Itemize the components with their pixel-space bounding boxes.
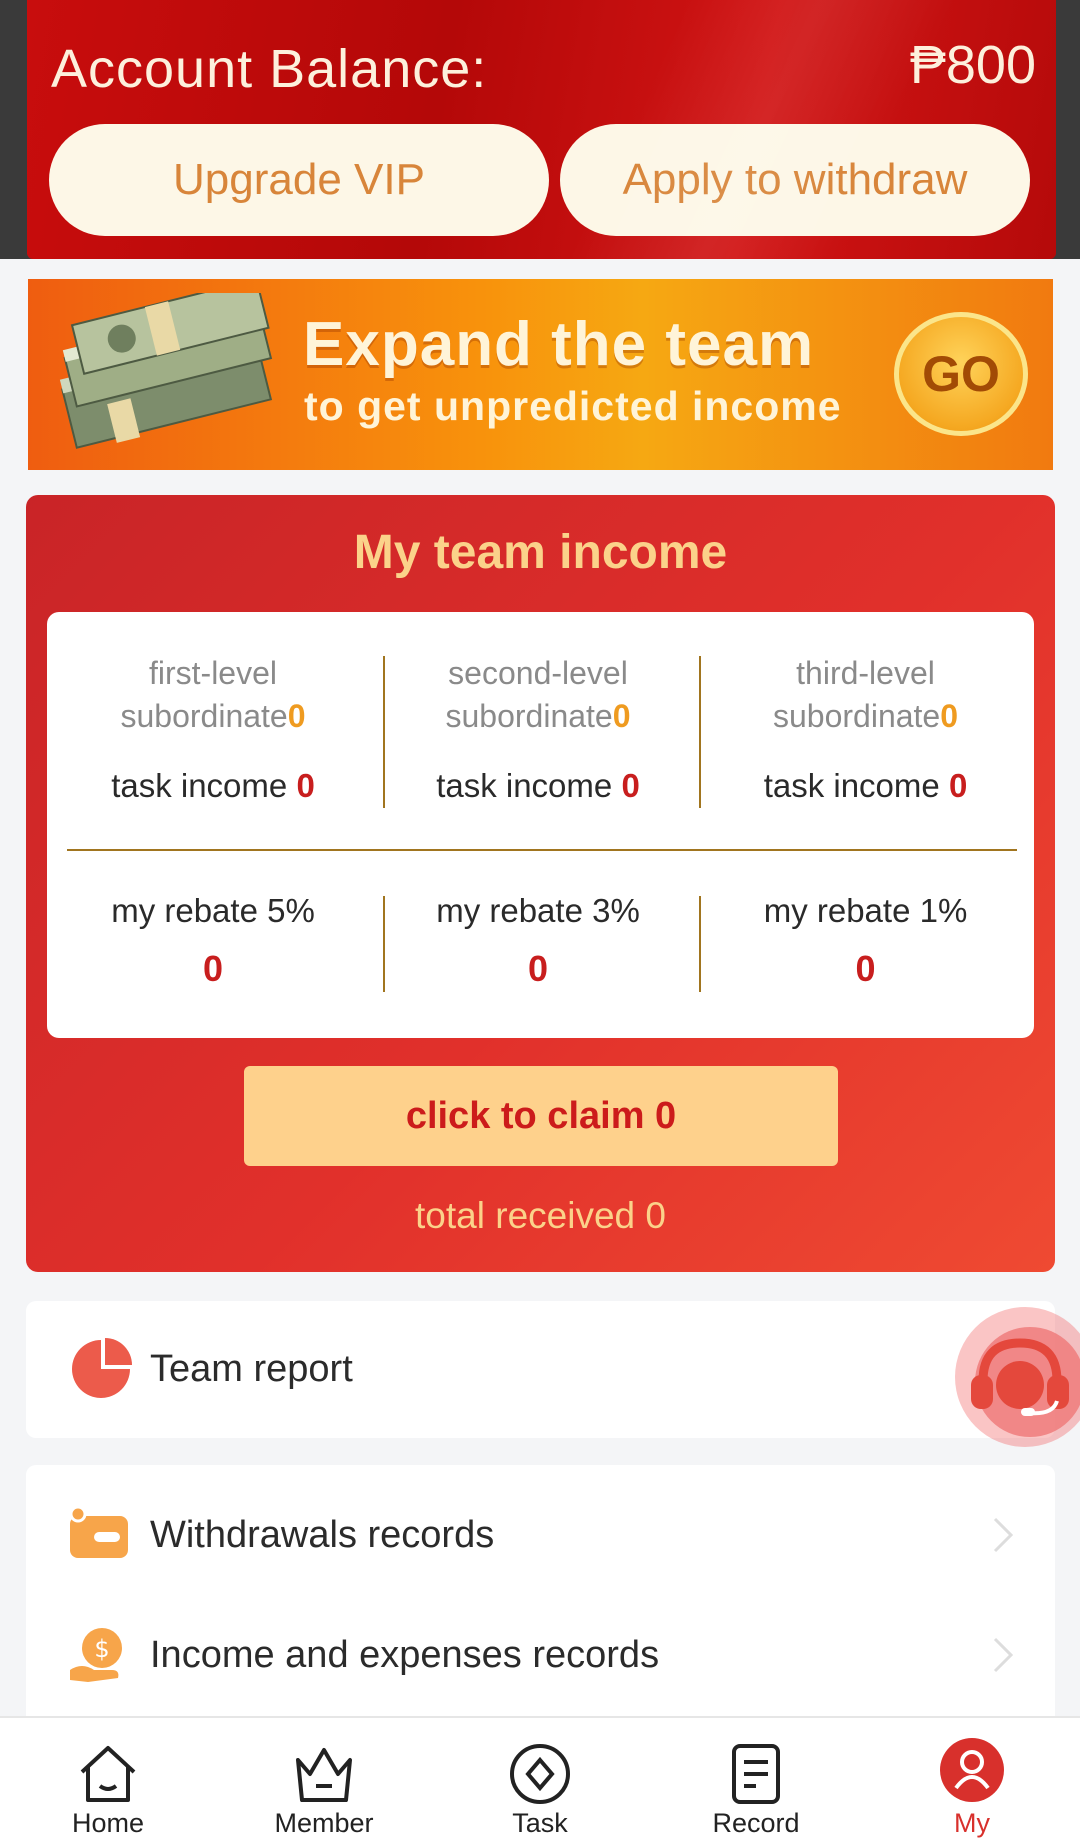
- balance-value: ₱800: [909, 35, 1036, 95]
- level-label: second-level: [448, 655, 628, 691]
- promo-title: Expand the team: [303, 310, 815, 379]
- nav-my-label: My: [954, 1808, 990, 1838]
- subordinate-count: 0: [287, 698, 306, 734]
- rebate-label: my rebate 5%: [111, 892, 315, 929]
- bottom-nav: Home Member Task Record My: [0, 1716, 1080, 1844]
- upgrade-vip-button[interactable]: Upgrade VIP: [49, 124, 549, 236]
- task-income-line: task income 0: [47, 764, 379, 807]
- chevron-right-icon: [993, 1517, 1014, 1553]
- svg-text:$: $: [94, 1635, 109, 1663]
- expand-team-banner[interactable]: Expand the team to get unpredicted incom…: [28, 279, 1053, 470]
- level-3-stats: third-level subordinate0 task income 0: [697, 652, 1034, 807]
- nav-home[interactable]: Home: [0, 1718, 216, 1844]
- top-bar: Account Balance: ₱800 Upgrade VIP Apply …: [0, 0, 1080, 259]
- team-report-row[interactable]: Team report: [26, 1309, 1055, 1429]
- task-income-line: task income 0: [379, 764, 697, 807]
- go-button[interactable]: GO: [894, 312, 1028, 436]
- task-income-line: task income 0: [697, 764, 1034, 807]
- team-report-label: Team report: [150, 1347, 353, 1390]
- chevron-right-icon: [993, 1637, 1014, 1673]
- rebate-value: 0: [855, 948, 876, 989]
- pie-chart-icon: [72, 1338, 132, 1398]
- subordinate-line: subordinate0: [47, 695, 379, 738]
- rebate-level-3: my rebate 1% 0: [697, 892, 1034, 990]
- nav-record-label: Record: [712, 1808, 800, 1838]
- nav-member[interactable]: Member: [216, 1718, 432, 1844]
- subordinate-count: 0: [940, 698, 959, 734]
- money-stack-icon: [59, 293, 273, 449]
- task-income-value: 0: [296, 767, 315, 804]
- column-divider: [383, 656, 385, 808]
- withdrawals-label: Withdrawals records: [150, 1513, 495, 1556]
- subordinate-line: subordinate0: [379, 695, 697, 738]
- income-expenses-row[interactable]: $ Income and expenses records: [26, 1595, 1055, 1715]
- rebate-level-2: my rebate 3% 0: [379, 892, 697, 990]
- rebate-label: my rebate 1%: [763, 892, 968, 929]
- section-divider: [67, 849, 1017, 851]
- subordinate-count: 0: [612, 698, 631, 734]
- level-1-stats: first-level subordinate0 task income 0: [47, 652, 379, 807]
- column-divider: [699, 896, 701, 992]
- task-icon: [510, 1744, 570, 1804]
- records-card: Withdrawals records $ Income and expense…: [26, 1465, 1055, 1725]
- team-income-title: My team income: [353, 526, 728, 579]
- task-income-label: task income: [436, 767, 613, 804]
- total-received: total received 0: [415, 1195, 666, 1236]
- column-divider: [383, 896, 385, 992]
- subordinate-label: subordinate: [120, 698, 288, 734]
- nav-record[interactable]: Record: [648, 1718, 864, 1844]
- level-label: third-level: [796, 655, 935, 691]
- rebate-level-1: my rebate 5% 0: [47, 892, 379, 990]
- rebate-value: 0: [202, 948, 224, 989]
- balance-card: Account Balance: ₱800 Upgrade VIP Apply …: [27, 0, 1056, 259]
- task-income-label: task income: [111, 767, 288, 804]
- task-income-value: 0: [948, 767, 968, 804]
- nav-my[interactable]: My: [864, 1718, 1080, 1844]
- subordinate-label: subordinate: [445, 698, 613, 734]
- column-divider: [699, 656, 701, 808]
- team-stats-panel: first-level subordinate0 task income 0 s…: [47, 612, 1034, 1038]
- rebate-label: my rebate 3%: [436, 892, 640, 929]
- home-icon: [80, 1746, 136, 1802]
- apply-withdraw-button[interactable]: Apply to withdraw: [560, 124, 1030, 236]
- nav-task-label: Task: [512, 1808, 568, 1838]
- team-income-card: My team income first-level subordinate0 …: [26, 495, 1055, 1272]
- nav-home-label: Home: [71, 1808, 145, 1838]
- user-icon: [954, 1750, 990, 1790]
- subordinate-label: subordinate: [772, 698, 941, 734]
- nav-member-label: Member: [274, 1808, 374, 1838]
- income-expenses-label: Income and expenses records: [150, 1633, 660, 1676]
- withdrawals-row[interactable]: Withdrawals records: [26, 1475, 1055, 1595]
- record-icon: [732, 1744, 780, 1804]
- team-report-card: Team report: [26, 1301, 1055, 1438]
- money-hand-icon: $: [70, 1628, 122, 1682]
- level-label: first-level: [148, 655, 277, 691]
- claim-button[interactable]: click to claim 0: [244, 1066, 838, 1166]
- task-income-value: 0: [621, 767, 640, 804]
- headset-icon: [971, 1338, 1069, 1416]
- wallet-icon: [69, 1505, 128, 1558]
- level-2-stats: second-level subordinate0 task income 0: [379, 652, 697, 807]
- task-income-label: task income: [763, 767, 940, 804]
- subordinate-line: subordinate0: [697, 695, 1034, 738]
- crown-icon: [296, 1748, 352, 1802]
- nav-task[interactable]: Task: [432, 1718, 648, 1844]
- balance-label: Account Balance:: [51, 39, 488, 99]
- promo-subtitle: to get unpredicted income: [304, 383, 842, 429]
- rebate-value: 0: [527, 948, 549, 989]
